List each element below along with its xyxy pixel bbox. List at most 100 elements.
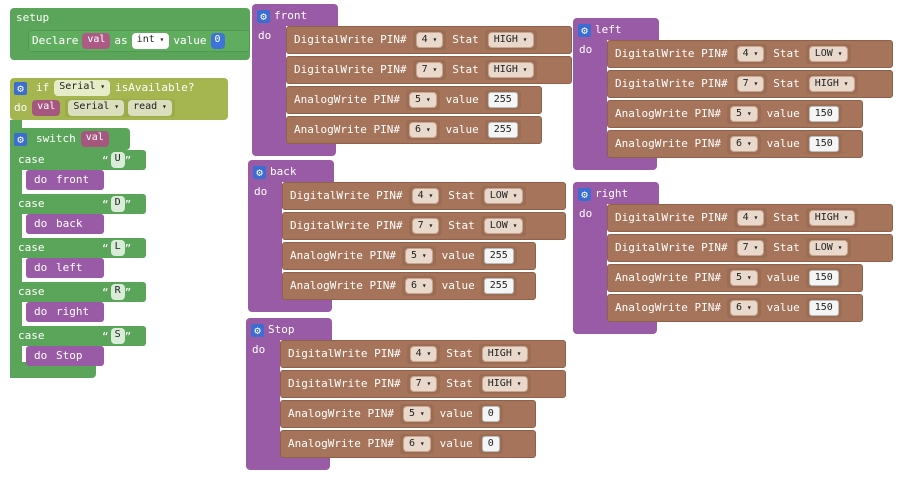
digital-write-block[interactable]: DigitalWrite PIN# 7 Stat HIGH — [280, 370, 566, 398]
analog-write-block[interactable]: AnalogWrite PIN# 6 value 255 — [286, 116, 542, 144]
gear-icon[interactable]: ⚙ — [253, 165, 266, 179]
switch-case-right[interactable]: case “ R ” do right — [10, 282, 150, 326]
init-value-field[interactable]: 0 — [210, 33, 225, 49]
stat-dropdown[interactable]: HIGH — [808, 76, 855, 92]
analog-write-block[interactable]: AnalogWrite PIN# 6 value 150 — [607, 294, 863, 322]
function-back[interactable]: ⚙ back do DigitalWrite PIN# 4 Stat LOW D… — [248, 160, 566, 312]
digital-write-block[interactable]: DigitalWrite PIN# 7 Stat HIGH — [286, 56, 572, 84]
analog-write-block[interactable]: AnalogWrite PIN# 5 value 150 — [607, 264, 863, 292]
read-dropdown[interactable]: read — [128, 100, 172, 116]
call-back-block[interactable]: do back — [26, 214, 104, 234]
analog-value-field[interactable]: 255 — [487, 92, 518, 108]
digital-write-block[interactable]: DigitalWrite PIN# 4 Stat HIGH — [280, 340, 566, 368]
value-label: value — [441, 279, 475, 292]
pin-dropdown[interactable]: 7 — [736, 76, 765, 92]
function-front[interactable]: ⚙ front do DigitalWrite PIN# 4 Stat HIGH… — [252, 4, 572, 156]
stat-dropdown[interactable]: HIGH — [481, 346, 528, 362]
stat-dropdown[interactable]: LOW — [808, 240, 849, 256]
if-serial-block[interactable]: ⚙ if Serial isAvailable? do val Serial r… — [10, 78, 228, 120]
pin-dropdown[interactable]: 5 — [402, 406, 431, 422]
stat-dropdown[interactable]: LOW — [483, 188, 524, 204]
pin-dropdown[interactable]: 5 — [408, 92, 437, 108]
call-stop-block[interactable]: do Stop — [26, 346, 104, 366]
digital-write-block[interactable]: DigitalWrite PIN# 7 Stat LOW — [607, 234, 893, 262]
pin-dropdown[interactable]: 7 — [411, 218, 440, 234]
analog-write-block[interactable]: AnalogWrite PIN# 6 value 255 — [282, 272, 536, 300]
stat-dropdown[interactable]: HIGH — [487, 62, 534, 78]
case-char-field[interactable]: L — [110, 240, 125, 256]
pin-dropdown[interactable]: 5 — [729, 106, 758, 122]
analog-value-field[interactable]: 150 — [808, 300, 839, 316]
stat-dropdown[interactable]: LOW — [483, 218, 524, 234]
pin-dropdown[interactable]: 4 — [409, 346, 438, 362]
stat-dropdown[interactable]: HIGH — [808, 210, 855, 226]
function-stop[interactable]: ⚙ Stop do DigitalWrite PIN# 4 Stat HIGH … — [246, 318, 566, 470]
analog-value-field[interactable]: 150 — [808, 136, 839, 152]
switch-case-back[interactable]: case “ D ” do back — [10, 194, 150, 238]
call-front-block[interactable]: do front — [26, 170, 104, 190]
pin-dropdown[interactable]: 5 — [729, 270, 758, 286]
pin-dropdown[interactable]: 7 — [409, 376, 438, 392]
digital-write-block[interactable]: DigitalWrite PIN# 4 Stat LOW — [607, 40, 893, 68]
analog-value-field[interactable]: 255 — [487, 122, 518, 138]
call-left-block[interactable]: do left — [26, 258, 104, 278]
var-name-field[interactable]: val — [82, 33, 111, 49]
analog-write-block[interactable]: AnalogWrite PIN# 5 value 0 — [280, 400, 536, 428]
pin-dropdown[interactable]: 4 — [736, 210, 765, 226]
pin-dropdown[interactable]: 4 — [411, 188, 440, 204]
analog-value-field[interactable]: 0 — [481, 406, 500, 422]
case-char-field[interactable]: D — [110, 196, 125, 212]
digital-write-block[interactable]: DigitalWrite PIN# 4 Stat HIGH — [607, 204, 893, 232]
gear-icon[interactable]: ⚙ — [257, 9, 270, 23]
analog-value-field[interactable]: 150 — [808, 270, 839, 286]
pin-dropdown[interactable]: 4 — [736, 46, 765, 62]
declare-block[interactable]: Declare val as int value 0 — [28, 30, 250, 52]
digital-write-block[interactable]: DigitalWrite PIN# 7 Stat HIGH — [607, 70, 893, 98]
analog-value-field[interactable]: 150 — [808, 106, 839, 122]
serial-dropdown[interactable]: Serial — [54, 80, 111, 96]
gear-icon[interactable]: ⚙ — [14, 132, 27, 146]
switch-case-front[interactable]: case “ U ” do front — [10, 150, 150, 194]
switch-var-block[interactable]: val — [80, 131, 109, 147]
analog-write-block[interactable]: AnalogWrite PIN# 5 value 150 — [607, 100, 863, 128]
case-char-field[interactable]: S — [110, 328, 125, 344]
analog-write-block[interactable]: AnalogWrite PIN# 5 value 255 — [282, 242, 536, 270]
analog-write-block[interactable]: AnalogWrite PIN# 5 value 255 — [286, 86, 542, 114]
switch-case-stop[interactable]: case “ S ” do Stop — [10, 326, 150, 370]
analog-value-field[interactable]: 0 — [481, 436, 500, 452]
pin-dropdown[interactable]: 6 — [729, 136, 758, 152]
pin-dropdown[interactable]: 4 — [415, 32, 444, 48]
digital-write-block[interactable]: DigitalWrite PIN# 4 Stat HIGH — [286, 26, 572, 54]
gear-icon[interactable]: ⚙ — [251, 323, 264, 337]
stat-dropdown[interactable]: HIGH — [487, 32, 534, 48]
serial-read-dropdown[interactable]: Serial — [68, 100, 125, 116]
setup-block[interactable]: setup Declare val as int value 0 — [10, 8, 250, 60]
val-var-block[interactable]: val — [32, 100, 61, 116]
analog-value-field[interactable]: 255 — [483, 248, 514, 264]
stat-dropdown[interactable]: LOW — [808, 46, 849, 62]
pin-dropdown[interactable]: 7 — [736, 240, 765, 256]
call-right-block[interactable]: do right — [26, 302, 104, 322]
gear-icon[interactable]: ⚙ — [14, 81, 27, 95]
stat-dropdown[interactable]: HIGH — [481, 376, 528, 392]
type-dropdown[interactable]: int — [131, 33, 170, 49]
pin-dropdown[interactable]: 5 — [404, 248, 433, 264]
pin-dropdown[interactable]: 6 — [408, 122, 437, 138]
pin-dropdown[interactable]: 7 — [415, 62, 444, 78]
analog-value-field[interactable]: 255 — [483, 278, 514, 294]
analog-write-block[interactable]: AnalogWrite PIN# 6 value 0 — [280, 430, 536, 458]
analog-write-block[interactable]: AnalogWrite PIN# 6 value 150 — [607, 130, 863, 158]
function-right[interactable]: ⚙ right do DigitalWrite PIN# 4 Stat HIGH… — [573, 182, 893, 334]
serial-read-block[interactable]: Serial read — [65, 99, 175, 117]
gear-icon[interactable]: ⚙ — [578, 187, 591, 201]
pin-dropdown[interactable]: 6 — [404, 278, 433, 294]
digital-write-block[interactable]: DigitalWrite PIN# 7 Stat LOW — [282, 212, 566, 240]
switch-case-left[interactable]: case “ L ” do left — [10, 238, 150, 282]
pin-dropdown[interactable]: 6 — [402, 436, 431, 452]
digital-write-block[interactable]: DigitalWrite PIN# 4 Stat LOW — [282, 182, 566, 210]
case-char-field[interactable]: R — [110, 284, 125, 300]
pin-dropdown[interactable]: 6 — [729, 300, 758, 316]
case-char-field[interactable]: U — [110, 152, 125, 168]
function-left[interactable]: ⚙ left do DigitalWrite PIN# 4 Stat LOW D… — [573, 18, 893, 170]
gear-icon[interactable]: ⚙ — [578, 23, 591, 37]
